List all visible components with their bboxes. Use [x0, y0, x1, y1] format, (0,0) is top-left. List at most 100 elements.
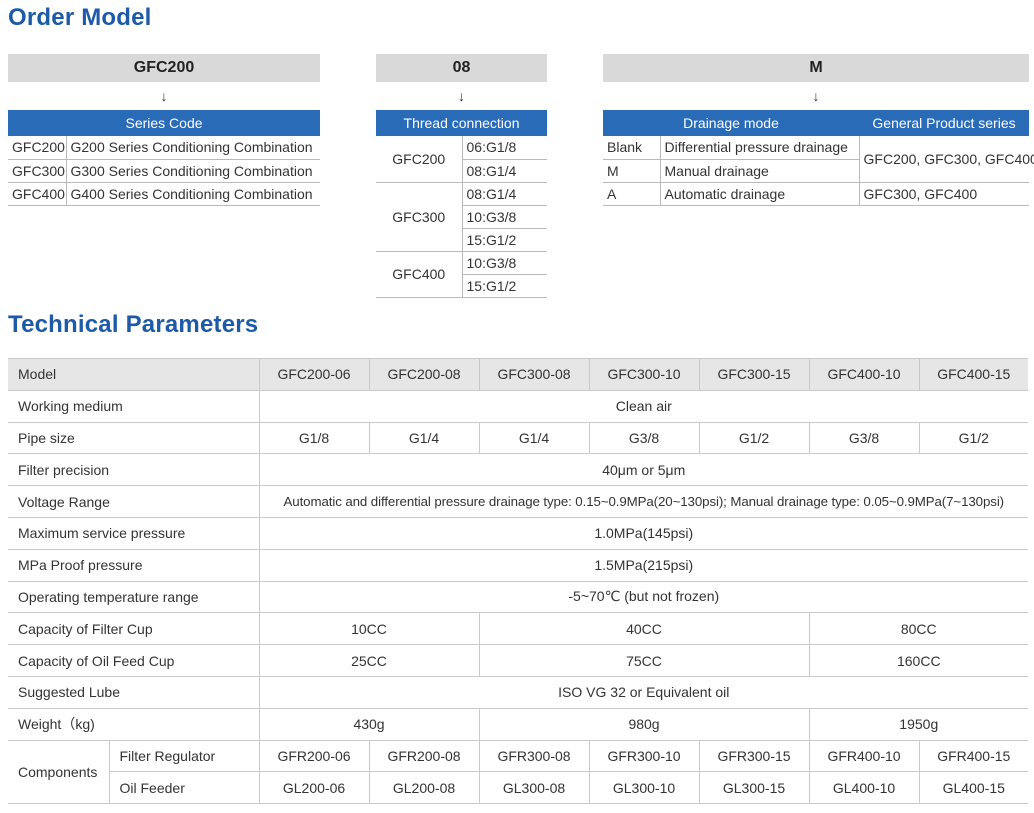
value-cell: 40μm or 5μm	[258, 453, 1029, 487]
code-thread: 08	[376, 54, 547, 82]
model-cell: GFC200-06	[258, 358, 370, 391]
arrow-down-icon: ↓	[458, 88, 465, 104]
table-row: GFC300 G300 Series Conditioning Combinat…	[8, 159, 321, 183]
row-label: Filter precision	[8, 453, 260, 487]
table-row: MPa Proof pressure 1.5MPa(215psi)	[8, 548, 1029, 582]
row-label: Voltage Range	[8, 485, 260, 518]
value-cell: GFR200-06	[258, 739, 370, 773]
table-row: GFC300 08:G1/4	[376, 182, 547, 252]
value-cell: GL300-08	[478, 771, 590, 805]
value-cell: ISO VG 32 or Equivalent oil	[258, 675, 1029, 709]
technical-parameters-title: Technical Parameters	[8, 311, 259, 338]
thread-connection-table: Thread connection GFC200 06:G1/8 08:G1/4…	[376, 110, 547, 298]
table-row: Model GFC200-06 GFC200-08 GFC300-08 GFC3…	[8, 358, 1029, 391]
general-series: GFC300, GFC400	[858, 182, 1030, 206]
value-cell: GFR300-08	[478, 739, 590, 773]
value-cell: G3/8	[808, 421, 920, 455]
value-cell: GL300-10	[588, 771, 700, 805]
thread-option: 08:G1/4	[461, 182, 547, 206]
thread-model: GFC400	[376, 251, 462, 298]
drainage-code: M	[603, 159, 660, 183]
value-cell: GL300-15	[698, 771, 810, 805]
value-cell: Clean air	[258, 389, 1029, 423]
arrow-down-icon: ↓	[160, 88, 168, 104]
value-cell: 160CC	[808, 644, 1029, 677]
value-cell: G1/2	[698, 421, 810, 455]
value-cell: 1.0MPa(145psi)	[258, 516, 1029, 550]
model-cell: GFC200-08	[368, 358, 480, 391]
row-label: Working medium	[8, 389, 260, 423]
table-row: Suggested Lube ISO VG 32 or Equivalent o…	[8, 675, 1029, 709]
value-cell: 1950g	[808, 707, 1029, 741]
arrow-down-icon: ↓	[812, 88, 820, 104]
table-row: Components Filter Regulator GFR200-06 GF…	[8, 739, 1029, 805]
value-cell: GFR400-10	[808, 739, 920, 773]
sub-row-label: Oil Feeder	[109, 771, 260, 805]
drainage-mode-header: Drainage mode	[603, 110, 860, 136]
drainage-mode: Automatic drainage	[659, 182, 860, 206]
table-row: Operating temperature range -5~70℃ (but …	[8, 580, 1029, 614]
table-row: Oil Feeder GL200-06 GL200-08 GL300-08 GL…	[8, 771, 1029, 805]
value-cell: 1.5MPa(215psi)	[258, 548, 1029, 582]
row-label: MPa Proof pressure	[8, 548, 260, 582]
drainage-mode-table: Drainage mode General Product series Bla…	[603, 110, 1034, 206]
series-code-table: Series Code GFC200 G200 Series Condition…	[8, 110, 321, 206]
technical-parameters-table: Model GFC200-06 GFC200-08 GFC300-08 GFC3…	[8, 358, 1029, 805]
value-cell: G1/2	[918, 421, 1029, 455]
thread-option: 10:G3/8	[461, 251, 547, 275]
model-cell: GFC400-15	[918, 358, 1029, 391]
series-model: GFC300	[8, 159, 66, 183]
general-series-header: General Product series	[859, 110, 1030, 136]
value-cell: GFR400-15	[918, 739, 1029, 773]
row-label: Suggested Lube	[8, 675, 260, 709]
value-cell: 10CC	[258, 612, 480, 646]
value-cell: GL200-08	[368, 771, 480, 805]
value-cell: -5~70℃ (but not frozen)	[258, 580, 1029, 614]
value-cell: 40CC	[478, 612, 810, 646]
drainage-mode: Differential pressure drainage	[659, 136, 860, 160]
code-series: GFC200	[8, 54, 320, 82]
row-label: Operating temperature range	[8, 580, 260, 614]
sub-row-label: Filter Regulator	[108, 739, 260, 773]
thread-option: 08:G1/4	[461, 159, 547, 183]
table-row: GFC200 G200 Series Conditioning Combinat…	[8, 136, 321, 160]
table-row: Filter precision 40μm or 5μm	[8, 453, 1029, 487]
table-row: Blank Differential pressure drainage GFC…	[603, 136, 1034, 183]
row-label: Pipe size	[8, 421, 260, 455]
order-model-title: Order Model	[8, 4, 152, 31]
value-cell: Automatic and differential pressure drai…	[258, 485, 1029, 518]
thread-option: 15:G1/2	[461, 228, 547, 252]
series-description: G400 Series Conditioning Combination	[65, 182, 321, 206]
thread-option: 06:G1/8	[461, 136, 547, 160]
value-cell: G1/4	[478, 421, 590, 455]
row-label: Model	[8, 358, 260, 391]
table-row: GFC400 G400 Series Conditioning Combinat…	[8, 182, 321, 206]
drainage-mode: Manual drainage	[659, 159, 860, 183]
series-description: G300 Series Conditioning Combination	[65, 159, 321, 183]
value-cell: 430g	[258, 707, 480, 741]
drainage-code: A	[603, 182, 660, 206]
table-row: Working medium Clean air	[8, 389, 1029, 423]
table-row: Maximum service pressure 1.0MPa(145psi)	[8, 516, 1029, 550]
value-cell: 75CC	[478, 644, 810, 677]
table-row: Capacity of Filter Cup 10CC 40CC 80CC	[8, 612, 1029, 646]
model-cell: GFC300-15	[698, 358, 810, 391]
value-cell: G1/4	[368, 421, 480, 455]
row-label: Maximum service pressure	[8, 516, 260, 550]
thread-option: 15:G1/2	[461, 274, 547, 298]
value-cell: 980g	[478, 707, 810, 741]
value-cell: GL200-06	[258, 771, 370, 805]
series-code-header: Series Code	[8, 110, 321, 136]
value-cell: G1/8	[258, 421, 370, 455]
table-row: Pipe size G1/8 G1/4 G1/4 G3/8 G1/2 G3/8 …	[8, 421, 1029, 455]
value-cell: GL400-15	[918, 771, 1029, 805]
table-row: GFC400 10:G3/8	[376, 251, 547, 298]
series-model: GFC400	[8, 182, 66, 206]
thread-connection-header: Thread connection	[376, 110, 547, 136]
thread-model: GFC200	[376, 136, 462, 183]
model-cell: GFC300-10	[588, 358, 700, 391]
value-cell: G3/8	[588, 421, 700, 455]
drainage-code: Blank	[603, 136, 660, 160]
thread-option: 10:G3/8	[461, 205, 547, 229]
table-row: A Automatic drainage GFC300, GFC400	[603, 182, 1030, 206]
